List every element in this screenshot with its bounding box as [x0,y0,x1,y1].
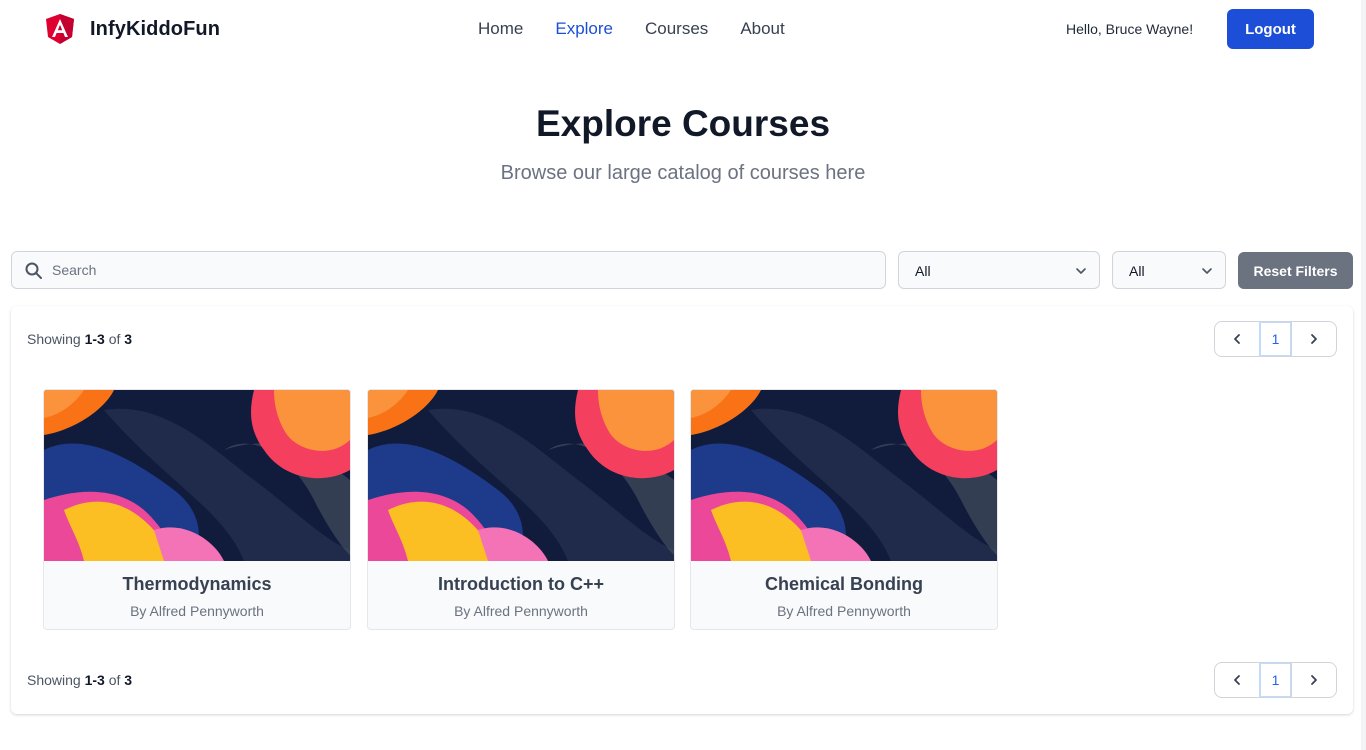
chevron-left-icon [1234,675,1240,685]
filter-select-1-value: All [915,263,931,279]
page-title: Explore Courses [535,103,831,144]
chevron-down-icon [1076,268,1086,274]
filter-select-1[interactable]: All [898,251,1100,289]
course-title: Chemical Bonding [764,574,923,594]
next-page-button[interactable] [1292,663,1336,697]
search-icon [25,262,42,279]
page-subtitle: Browse our large catalog of courses here [500,162,866,184]
angular-logo-icon [46,14,74,44]
course-thumbnail [44,390,350,561]
chevron-right-icon [1311,334,1317,344]
results-count-bottom: Showing 1-3 of 3 [27,672,132,688]
user-greeting: Hello, Bruce Wayne! [1066,21,1194,37]
page-number-button[interactable]: 1 [1259,322,1292,356]
logout-button[interactable]: Logout [1227,9,1314,49]
course-thumbnail [691,390,997,561]
of-label: of [108,331,121,347]
brand[interactable]: InfyKiddoFun [46,14,220,44]
course-author: By Alfred Pennyworth [130,603,264,619]
course-card[interactable]: Thermodynamics By Alfred Pennyworth [43,389,351,630]
showing-range: 1-3 [84,672,105,688]
reset-filters-button[interactable]: Reset Filters [1238,252,1353,289]
course-card[interactable]: Introduction to C++ By Alfred Pennyworth [367,389,675,630]
chevron-right-icon [1311,675,1317,685]
pagination-top: 1 [1214,321,1337,357]
nav-about[interactable]: About [740,19,784,39]
results-count-top: Showing 1-3 of 3 [27,331,132,347]
course-card[interactable]: Chemical Bonding By Alfred Pennyworth [690,389,998,630]
course-thumbnail [368,390,674,561]
brand-name: InfyKiddoFun [90,17,221,40]
nav-explore[interactable]: Explore [555,19,613,39]
filter-select-2[interactable]: All [1112,251,1226,289]
search-input[interactable] [52,252,872,288]
navbar: InfyKiddoFun Home Explore Courses About … [0,0,1366,58]
showing-label: Showing [27,331,81,347]
prev-page-button[interactable] [1215,663,1259,697]
search-box [11,251,886,289]
pagination-bottom: 1 [1214,662,1337,698]
nav-courses[interactable]: Courses [645,19,708,39]
showing-range: 1-3 [84,331,105,347]
showing-total: 3 [124,331,133,347]
results-panel: Showing 1-3 of 3 1 Thermodynamics By Alf… [11,306,1353,714]
course-author: By Alfred Pennyworth [454,603,588,619]
course-title: Thermodynamics [122,574,272,594]
chevron-down-icon [1202,268,1212,274]
nav-home[interactable]: Home [478,19,523,39]
course-title: Introduction to C++ [438,574,604,594]
page-number-button[interactable]: 1 [1259,663,1292,697]
showing-total: 3 [124,672,133,688]
of-label: of [108,672,121,688]
showing-label: Showing [27,672,81,688]
filter-select-2-value: All [1129,263,1145,279]
course-author: By Alfred Pennyworth [777,603,911,619]
chevron-left-icon [1234,334,1240,344]
nav-links: Home Explore Courses About [478,19,817,39]
prev-page-button[interactable] [1215,322,1259,356]
scrollbar[interactable] [1361,0,1366,750]
next-page-button[interactable] [1292,322,1336,356]
